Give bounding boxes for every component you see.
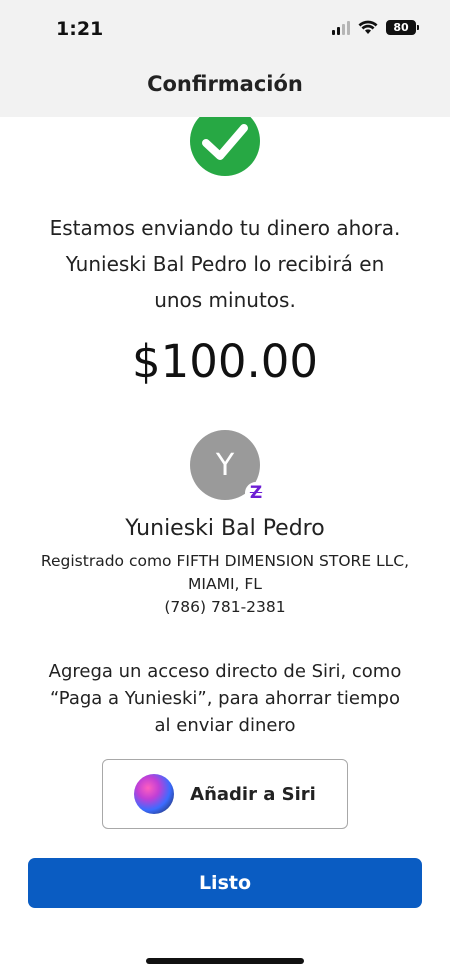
top-bar: 1:21 80 Confirmación [0, 0, 450, 117]
cellular-signal-icon [332, 20, 350, 35]
confirmation-message: Estamos enviando tu dinero ahora. Yunies… [49, 216, 401, 312]
siri-shortcut-prompt: Agrega un acceso directo de Siri, como “… [48, 661, 402, 736]
done-button[interactable]: Listo [28, 858, 422, 908]
transfer-amount: $100.00 [131, 335, 319, 388]
page-title: Confirmación [147, 72, 303, 96]
recipient-registration: Registrado como FIFTH DIMENSION STORE LL… [40, 552, 410, 593]
status-icons: 80 [332, 20, 419, 35]
zelle-badge-letter: Z [249, 483, 263, 503]
home-indicator[interactable] [146, 958, 304, 964]
zelle-badge-icon: Z [245, 482, 267, 504]
recipient-name: Yunieski Bal Pedro [125, 516, 325, 541]
add-to-siri-label: Añadir a Siri [190, 783, 316, 805]
add-to-siri-button[interactable]: Añadir a Siri [102, 759, 348, 829]
status-time: 1:21 [56, 18, 104, 40]
recipient-phone: (786) 781-2381 [164, 598, 286, 616]
wifi-icon [358, 20, 378, 34]
battery-indicator: 80 [386, 20, 419, 35]
siri-icon [134, 774, 175, 814]
